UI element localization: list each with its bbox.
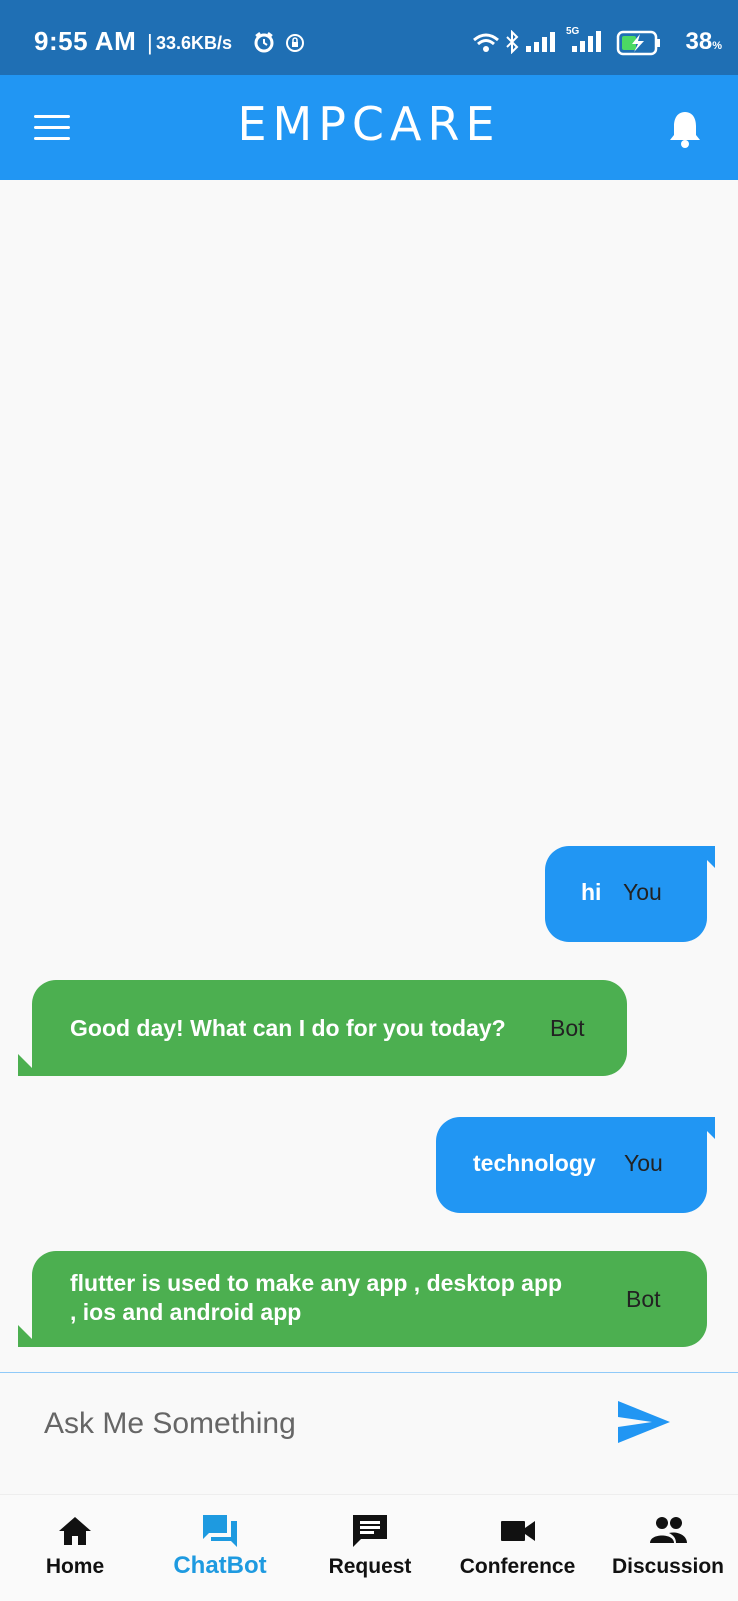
message-icon	[353, 1515, 387, 1547]
message-sender: Bot	[550, 1015, 585, 1041]
home-icon	[59, 1517, 91, 1545]
chat-message-bot: Good day! What can I do for you today? B…	[32, 980, 627, 1076]
app-title: EMPCARE	[237, 97, 501, 151]
status-time: 9:55 AM	[34, 26, 137, 56]
bubble-tail	[18, 1054, 40, 1076]
bell-icon[interactable]	[666, 109, 704, 149]
message-text: flutter is used to make any app , deskto…	[70, 1270, 563, 1325]
status-separator: |	[147, 30, 153, 55]
message-text: Good day! What can I do for you today?	[70, 1015, 506, 1041]
bubble-tail	[693, 846, 715, 868]
bottom-navigation: Home ChatBot Request Conference Discussi…	[0, 1494, 738, 1601]
nav-item-home[interactable]: Home	[20, 1495, 130, 1601]
bluetooth-icon	[505, 29, 519, 59]
app-bar: EMPCARE	[0, 75, 738, 180]
status-bar: 9:55 AM | 33.6KB/s 5G 38%	[0, 0, 738, 75]
message-text: hi	[581, 879, 602, 905]
vpn-icon	[285, 33, 305, 58]
battery-level: 38%	[686, 28, 722, 56]
nav-item-discussion[interactable]: Discussion	[603, 1495, 733, 1601]
message-sender: You	[623, 879, 662, 905]
nav-item-chatbot[interactable]: ChatBot	[160, 1495, 280, 1601]
signal-icon	[526, 32, 556, 57]
status-net-speed: 33.6KB/s	[156, 33, 233, 53]
nav-label: Conference	[459, 1555, 576, 1578]
percent-sign: %	[712, 40, 722, 52]
bubble-tail	[18, 1325, 40, 1347]
chat-message-user: hi You	[545, 846, 707, 942]
message-composer	[0, 1372, 738, 1493]
chat-message-user: technology You	[436, 1117, 707, 1213]
chat-icon	[203, 1515, 237, 1547]
video-icon	[500, 1521, 535, 1541]
nav-item-conference[interactable]: Conference	[450, 1495, 585, 1601]
battery-value: 38	[685, 28, 713, 55]
nav-label: Discussion	[611, 1555, 725, 1578]
nav-item-request[interactable]: Request	[310, 1495, 430, 1601]
message-sender: Bot	[626, 1286, 661, 1312]
message-sender: You	[624, 1150, 663, 1176]
chat-message-bot: flutter is used to make any app , deskto…	[32, 1251, 707, 1347]
group-icon	[650, 1517, 687, 1543]
send-icon[interactable]	[616, 1397, 672, 1447]
nav-label: Home	[45, 1555, 105, 1578]
wifi-icon	[472, 32, 500, 59]
nav-label: Request	[328, 1555, 412, 1578]
chat-input[interactable]	[42, 1395, 606, 1453]
alarm-icon	[253, 31, 275, 58]
chat-area: hi You Good day! What can I do for you t…	[0, 180, 738, 1372]
bubble-tail	[693, 1117, 715, 1139]
battery-charging-icon	[616, 30, 662, 61]
nav-label: ChatBot	[173, 1552, 267, 1579]
message-text: technology	[473, 1150, 596, 1176]
